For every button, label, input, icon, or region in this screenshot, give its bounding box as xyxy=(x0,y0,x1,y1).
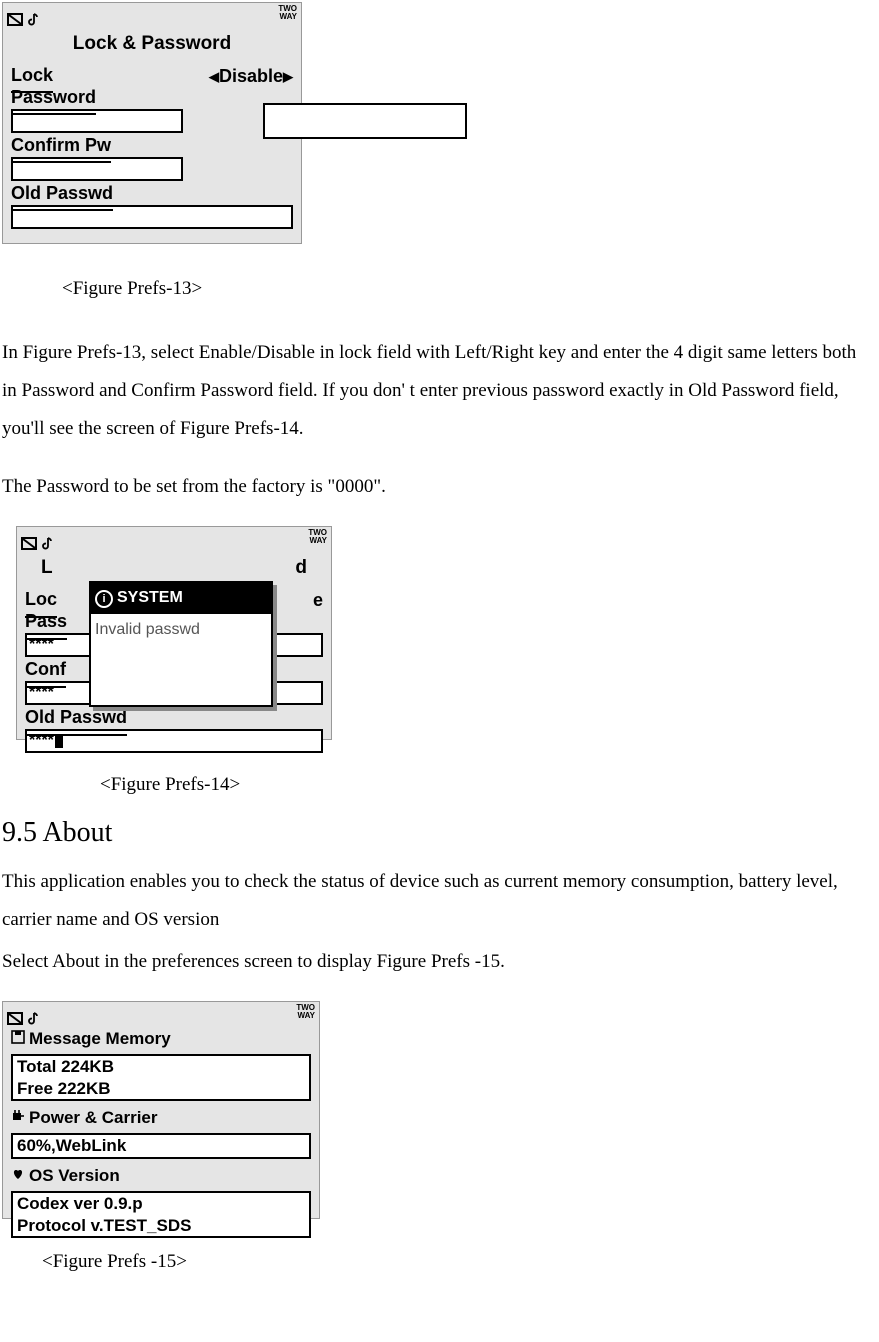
floating-empty-box xyxy=(263,103,467,139)
figure-prefs-13: TWO WAY Lock & Password Lock ◀Disable▶ P… xyxy=(2,2,302,244)
memory-total: Total 224KB xyxy=(17,1056,305,1077)
os-line-2: Protocol v.TEST_SDS xyxy=(17,1215,305,1236)
lock-value-tail: e xyxy=(313,584,323,616)
device-header: TWO WAY xyxy=(3,1002,319,1024)
right-arrow-icon[interactable]: ▶ xyxy=(283,69,293,84)
two-way-indicator: TWO WAY xyxy=(296,1004,315,1020)
body-paragraph-3: This application enables you to check th… xyxy=(2,863,873,939)
heart-icon xyxy=(11,1161,25,1192)
figure-15-caption: <Figure Prefs -15> xyxy=(42,1245,879,1279)
figure-14-caption: <Figure Prefs-14> xyxy=(100,768,879,802)
popup-title-text: SYSTEM xyxy=(117,584,183,613)
figure-prefs-14: TWO WAY L d Loc e Pass **** Conf **** Ol… xyxy=(16,526,332,740)
popup-body-text: Invalid passwd xyxy=(91,614,271,705)
body-paragraph-2: The Password to be set from the factory … xyxy=(2,468,873,506)
popup-title-bar: i SYSTEM xyxy=(91,583,271,614)
screen-icon xyxy=(7,5,25,37)
confirm-pw-label: Confirm Pw xyxy=(11,129,111,163)
text-cursor xyxy=(55,734,63,748)
two-way-indicator: TWO WAY xyxy=(278,5,297,21)
left-arrow-icon[interactable]: ◀ xyxy=(209,69,219,84)
old-passwd-label: Old Passwd xyxy=(11,177,113,211)
memory-free: Free 222KB xyxy=(17,1078,305,1099)
body-paragraph-4: Select About in the preferences screen t… xyxy=(2,943,873,981)
power-carrier-label: Power & Carrier xyxy=(3,1103,319,1134)
os-line-1: Codex ver 0.9.p xyxy=(17,1193,305,1214)
info-icon: i xyxy=(95,590,113,608)
floppy-icon xyxy=(11,1024,25,1055)
title-fragment-left: L xyxy=(41,551,53,585)
os-version-label: OS Version xyxy=(3,1161,319,1192)
message-memory-box: Total 224KB Free 222KB xyxy=(11,1054,311,1101)
screen-title: Lock & Password xyxy=(3,27,301,61)
device-header: TWO WAY xyxy=(3,3,301,25)
section-heading-about: 9.5 About xyxy=(2,808,879,858)
os-version-box: Codex ver 0.9.p Protocol v.TEST_SDS xyxy=(11,1191,311,1238)
device-header: TWO WAY xyxy=(17,527,331,549)
message-memory-label: Message Memory xyxy=(3,1024,319,1055)
figure-13-caption: <Figure Prefs-13> xyxy=(62,272,879,306)
password-label: Password xyxy=(11,81,96,115)
figure-prefs-15: TWO WAY Message Memory Total 224KB Free … xyxy=(2,1001,320,1219)
power-carrier-box: 60%,WebLink xyxy=(11,1133,311,1158)
power-carrier-value: 60%,WebLink xyxy=(17,1135,305,1156)
two-way-indicator: TWO WAY xyxy=(308,529,327,545)
plug-icon xyxy=(11,1103,25,1134)
body-paragraph-1: In Figure Prefs-13, select Enable/Disabl… xyxy=(2,334,873,448)
music-note-icon xyxy=(27,5,39,37)
lock-value-spinner[interactable]: ◀Disable▶ xyxy=(209,60,293,92)
title-fragment-right: d xyxy=(295,551,307,585)
lock-value: Disable xyxy=(219,66,283,86)
system-popup: i SYSTEM Invalid passwd xyxy=(89,581,273,707)
